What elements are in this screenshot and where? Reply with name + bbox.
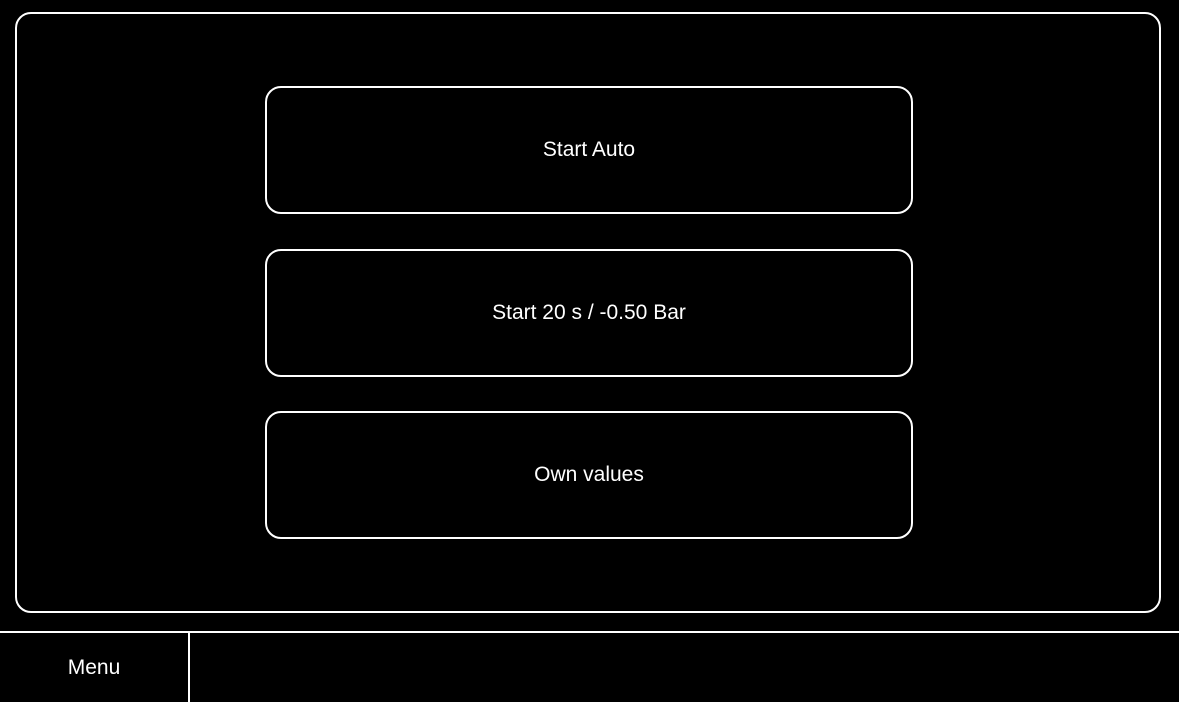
start-preset-button[interactable]: Start 20 s / -0.50 Bar: [265, 249, 913, 377]
menu-separator: [188, 633, 190, 702]
menu-button[interactable]: Menu: [0, 633, 188, 702]
start-auto-button[interactable]: Start Auto: [265, 86, 913, 214]
menu-label: Menu: [67, 655, 121, 679]
start-preset-label: Start 20 s / -0.50 Bar: [492, 301, 686, 324]
start-auto-label: Start Auto: [542, 138, 636, 161]
own-values-label: Own values: [534, 463, 644, 486]
own-values-button[interactable]: Own values: [265, 411, 913, 539]
screen: Start Auto Start 20 s / -0.50 Bar Own va…: [0, 0, 1179, 702]
